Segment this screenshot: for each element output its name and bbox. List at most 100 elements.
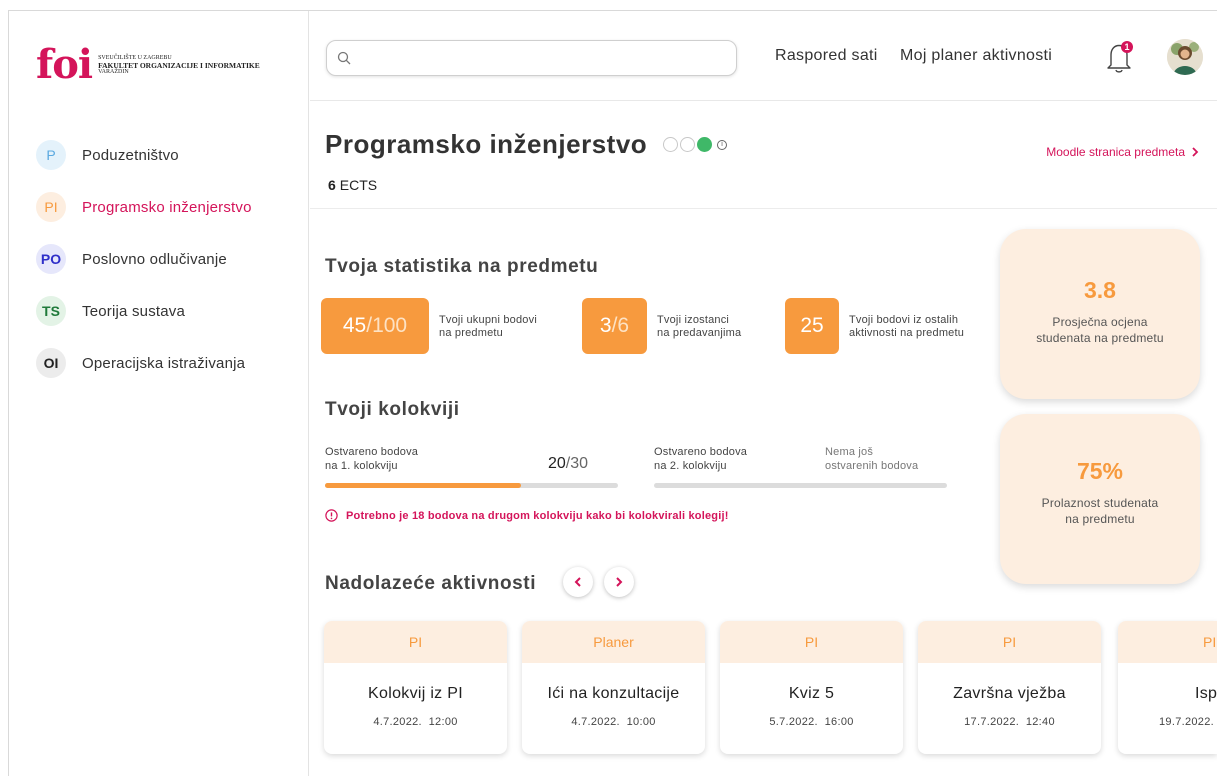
average-grade-value: 3.8 [1084, 277, 1116, 303]
average-grade-label-line1: Prosječna ocjena [1052, 315, 1148, 329]
pass-rate-value: 75% [1076, 458, 1124, 484]
colloquium-2-status: Nema još ostvarenih bodova [825, 445, 918, 473]
activities-next-button[interactable] [604, 567, 634, 597]
search-input[interactable] [359, 50, 719, 66]
activity-datetime: 17.7.2022. 12:40 [918, 716, 1101, 728]
pass-rate-label-line2: na predmetu [1065, 512, 1135, 526]
activity-date: 5.7.2022. [769, 716, 818, 728]
total-points-value: 45 [342, 314, 367, 337]
search-box[interactable] [326, 40, 737, 76]
ects-value: 6 [328, 177, 336, 193]
pass-rate-label-line1: Prolaznost studenata [1041, 496, 1159, 510]
moodle-page-link[interactable]: Moodle stranica predmeta [1046, 145, 1199, 159]
activity-datetime: 4.7.2022. 12:00 [324, 716, 507, 728]
logo-wordmark: foi [36, 41, 93, 88]
sidebar-item-operacijska-istrazivanja[interactable]: OI Operacijska istraživanja [36, 348, 252, 378]
warning-text: Potrebno je 18 bodova na drugom kolokvij… [346, 509, 729, 522]
activity-name: Kviz 5 [788, 685, 835, 702]
alert-icon [325, 509, 338, 522]
activity-datetime: 5.7.2022. 16:00 [720, 716, 903, 728]
course-badge: TS [36, 296, 66, 326]
top-bar: Raspored sati Moj planer aktivnosti 1 [310, 11, 1217, 101]
colloquium-2-progress [654, 483, 947, 488]
sidebar-item-teorija-sustava[interactable]: TS Teorija sustava [36, 296, 252, 326]
average-grade-label-line2: studenata na predmetu [1036, 331, 1164, 345]
colloquium-1-points: 20 [548, 455, 566, 472]
schedule-link[interactable]: Raspored sati [775, 47, 878, 65]
sidebar-item-label: Poslovno odlučivanje [82, 250, 227, 268]
activity-date: 4.7.2022. [571, 716, 620, 728]
absences-box: 3/6 [582, 298, 647, 354]
activity-card[interactable]: PI Završna vježba 17.7.2022. 12:40 [918, 621, 1101, 754]
other-points-box: 25 [785, 298, 839, 354]
course-header: Programsko inženjerstvo i 6 ECTS Moodle s… [310, 101, 1217, 209]
activity-name: Završna vježba [953, 685, 1066, 702]
total-points-label-line1: Tvoji ukupni bodovi [439, 314, 537, 326]
colloquium-1-progress [325, 483, 618, 488]
course-badge: PO [36, 244, 66, 274]
other-points-label-line2: aktivnosti na predmetu [849, 327, 965, 339]
difficulty-dot-empty [680, 137, 695, 152]
colloquium-2-status-line2: ostvarenih bodova [825, 460, 919, 472]
sidebar-item-label: Operacijska istraživanja [82, 354, 246, 372]
colloquium-1-progress-fill [325, 483, 522, 488]
activity-date: 19.7.2022. [1159, 716, 1214, 728]
difficulty-dot-filled [697, 137, 712, 152]
colloquium-2-label-line2: na 2. kolokviju [654, 460, 727, 472]
course-badge: P [36, 140, 66, 170]
activity-name: Kolokvij iz PI [368, 685, 463, 702]
total-points-box: 45/100 [321, 298, 429, 354]
other-points-label: Tvoji bodovi iz ostalih aktivnosti na pr… [849, 314, 964, 340]
colloquia-title: Tvoji kolokviji [325, 399, 460, 420]
activity-card[interactable]: PI Isp 19.7.2022. [1118, 621, 1217, 754]
activity-tag: Planer [522, 621, 705, 663]
activity-card[interactable]: PI Kolokvij iz PI 4.7.2022. 12:00 [324, 621, 507, 754]
course-title: Programsko inženjerstvo [325, 129, 648, 159]
statistics-title: Tvoja statistika na predmetu [325, 256, 599, 277]
absences-label: Tvoji izostanci na predavanjima [657, 314, 741, 340]
sidebar-item-poduzetnistvo[interactable]: P Poduzetništvo [36, 140, 252, 170]
pass-rate-card: 75% Prolaznost studenata na predmetu [1000, 414, 1200, 584]
search-icon [337, 51, 351, 65]
activity-card[interactable]: Planer Ići na konzultacije 4.7.2022. 10:… [522, 621, 705, 754]
sidebar-item-poslovno-odlucivanje[interactable]: PO Poslovno odlučivanje [36, 244, 252, 274]
notification-count-badge: 1 [1121, 41, 1133, 53]
sidebar-item-label: Teorija sustava [82, 302, 186, 320]
sidebar: foi SVEUČILIŠTE U ZAGREBU FAKULTET ORGAN… [9, 11, 309, 776]
absences-value: 3 [599, 314, 612, 337]
activity-planner-link[interactable]: Moj planer aktivnosti [900, 47, 1052, 65]
pass-rate-label: Prolaznost studenata na predmetu [1000, 495, 1200, 527]
colloquium-1-label-line1: Ostvareno bodova [325, 446, 419, 458]
colloquium-1-score: 20/30 [548, 455, 588, 473]
info-icon[interactable]: i [717, 139, 727, 150]
activity-card[interactable]: PI Kviz 5 5.7.2022. 16:00 [720, 621, 903, 754]
absences-label-line1: Tvoji izostanci [657, 314, 730, 326]
logo-line-city: VARAŽDIN [98, 68, 129, 75]
sidebar-item-label: Poduzetništvo [82, 146, 179, 164]
activity-date: 17.7.2022. [964, 716, 1020, 728]
other-points-label-line1: Tvoji bodovi iz ostalih [849, 314, 959, 326]
sidebar-item-programsko-inzenjerstvo[interactable]: PI Programsko inženjerstvo [36, 192, 252, 222]
chevron-right-icon [616, 577, 623, 587]
difficulty-indicator: i [663, 137, 727, 152]
activity-tag: PI [324, 621, 507, 663]
chevron-left-icon [574, 577, 581, 587]
course-badge: PI [36, 192, 66, 222]
notifications-button[interactable]: 1 [1103, 39, 1135, 75]
activity-time: 10:00 [626, 716, 656, 728]
course-nav: P Poduzetništvo PI Programsko inženjerst… [36, 140, 252, 402]
logo-line-faculty: FAKULTET ORGANIZACIJE I INFORMATIKE [98, 60, 260, 70]
activity-time: 12:40 [1025, 716, 1055, 728]
colloquium-1-label: Ostvareno bodova na 1. kolokviju [325, 445, 418, 473]
absences-max: /6 [611, 314, 630, 337]
activities-prev-button[interactable] [563, 567, 593, 597]
colloquium-2-label-line1: Ostvareno bodova [654, 446, 748, 458]
absences-label-line2: na predavanjima [657, 327, 742, 339]
average-grade-label: Prosječna ocjena studenata na predmetu [1000, 314, 1200, 346]
colloquium-2-status-line1: Nema još [825, 446, 874, 458]
user-avatar[interactable] [1167, 39, 1203, 75]
ects-label: ECTS [339, 177, 378, 193]
foi-logo[interactable]: foi SVEUČILIŠTE U ZAGREBU FAKULTET ORGAN… [36, 45, 273, 85]
chevron-right-icon [1192, 147, 1199, 157]
colloquium-1-max: /30 [565, 455, 589, 472]
